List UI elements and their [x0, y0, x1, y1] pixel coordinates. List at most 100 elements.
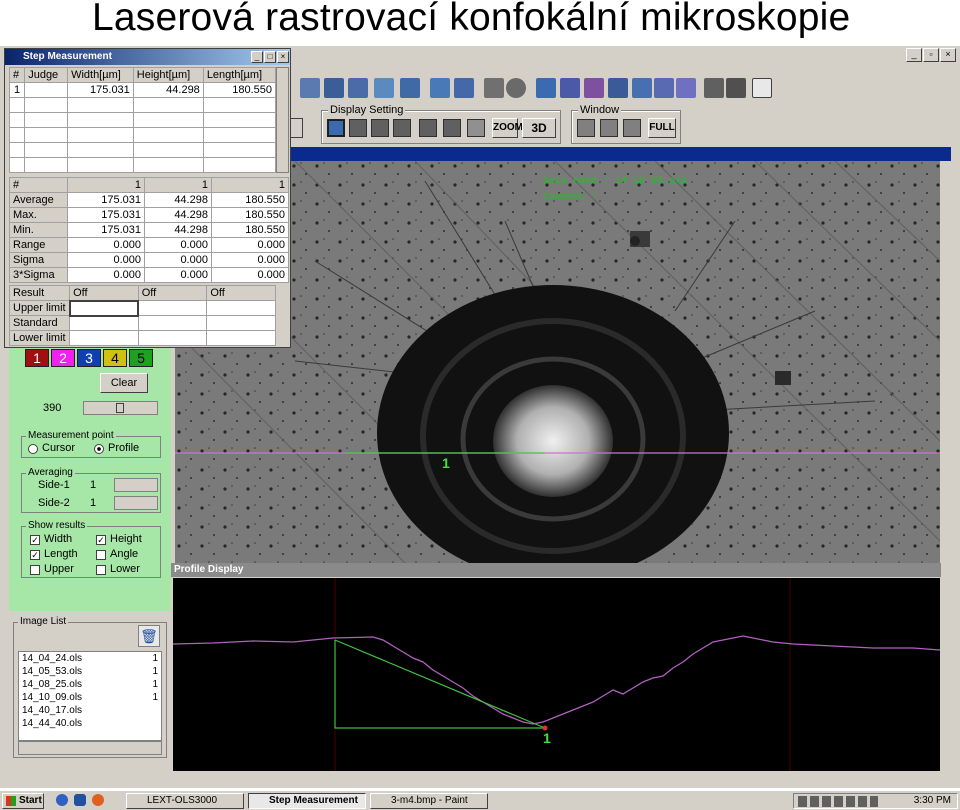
image-file-list[interactable]: 14_04_24.ols 1 14_05_53.ols 1 14_08_25.ols 1 1…: [18, 651, 162, 741]
tool-icon[interactable]: [632, 78, 652, 98]
display-mode-button[interactable]: [393, 119, 411, 137]
lower-limit-input[interactable]: [69, 330, 139, 346]
color-button-2[interactable]: 2: [51, 349, 75, 367]
stat-height: 44.298: [144, 207, 212, 223]
color-button-4[interactable]: 4: [103, 349, 127, 367]
tool-icon[interactable]: [454, 78, 474, 98]
standard-input[interactable]: [137, 315, 208, 331]
table-row[interactable]: [8, 112, 277, 128]
table-scrollbar[interactable]: [276, 67, 289, 173]
display-mode-button[interactable]: [349, 119, 367, 137]
tool-icon[interactable]: [654, 78, 674, 98]
list-item[interactable]: 14_08_25.ols 1: [19, 678, 161, 691]
display-mode-button[interactable]: [443, 119, 461, 137]
tool-icon[interactable]: [726, 78, 746, 98]
clear-button[interactable]: Clear: [100, 373, 148, 393]
height-checkbox[interactable]: ✓: [96, 535, 106, 545]
image-marker: 1: [442, 455, 450, 471]
tool-icon[interactable]: [536, 78, 556, 98]
col-header-length: Length[µm]: [202, 67, 277, 83]
tool-icon[interactable]: [584, 78, 604, 98]
color-button-3[interactable]: 3: [77, 349, 101, 367]
lower-limit-input[interactable]: [206, 330, 276, 346]
tool-icon[interactable]: [752, 78, 772, 98]
minimize-icon[interactable]: _: [906, 48, 922, 62]
zoom-button[interactable]: ZOOM: [492, 118, 523, 138]
tray-icons[interactable]: [798, 796, 878, 807]
cursor-radio[interactable]: [28, 444, 38, 454]
media-icon[interactable]: [92, 794, 104, 806]
tool-icon[interactable]: [324, 78, 344, 98]
display-mode-button[interactable]: [467, 119, 485, 137]
tool-icon[interactable]: [348, 78, 368, 98]
width-checkbox[interactable]: ✓: [30, 535, 40, 545]
image-list-scrollbar[interactable]: [18, 741, 162, 755]
list-item[interactable]: 14_05_53.ols 1: [19, 665, 161, 678]
display-mode-button[interactable]: [327, 119, 345, 137]
tool-icon[interactable]: [704, 78, 724, 98]
tool-icon[interactable]: [400, 78, 420, 98]
profile-radio[interactable]: [94, 444, 104, 454]
upper-limit-input[interactable]: [137, 300, 208, 316]
magnifier-icon[interactable]: [506, 78, 526, 98]
tool-icon[interactable]: [560, 78, 580, 98]
display-mode-button[interactable]: [419, 119, 437, 137]
tool-icon[interactable]: [484, 78, 504, 98]
list-item[interactable]: 14_04_24.ols 1: [19, 652, 161, 665]
judge-table[interactable]: Result Off Off Off Upper limit Standard …: [8, 285, 276, 346]
list-item[interactable]: 14_44_40.ols: [19, 717, 161, 730]
dialog-titlebar[interactable]: Step Measurement: [5, 49, 290, 65]
tool-icon[interactable]: [430, 78, 450, 98]
stats-row: Max. 175.031 44.298 180.550: [9, 207, 290, 223]
3d-button[interactable]: 3D: [522, 118, 556, 138]
full-button[interactable]: FULL: [648, 118, 676, 138]
upper-limit-input[interactable]: [206, 300, 276, 316]
start-button[interactable]: Start: [2, 793, 44, 809]
table-row[interactable]: 1 175.031 44.298 180.550: [8, 82, 277, 98]
col-header-num: #: [8, 67, 26, 83]
lower-checkbox[interactable]: [96, 565, 106, 575]
table-row[interactable]: [8, 142, 277, 158]
profile-display[interactable]: 1: [172, 578, 941, 771]
display-mode-button[interactable]: [371, 119, 389, 137]
length-checkbox[interactable]: ✓: [30, 550, 40, 560]
tool-icon[interactable]: [300, 78, 320, 98]
upper-limit-label: Upper limit: [8, 300, 71, 316]
ie-icon[interactable]: [56, 794, 68, 806]
table-row[interactable]: [8, 157, 277, 173]
task-step-measurement[interactable]: Step Measurement: [248, 793, 366, 809]
standard-input[interactable]: [206, 315, 276, 331]
task-paint[interactable]: 3-m4.bmp - Paint: [370, 793, 488, 809]
window-tile-button[interactable]: [600, 119, 618, 137]
list-item[interactable]: 14_10_09.ols 1: [19, 691, 161, 704]
close-icon[interactable]: ×: [277, 51, 289, 63]
close-icon[interactable]: ×: [940, 48, 956, 62]
upper-limit-input[interactable]: [68, 299, 140, 317]
tool-icon[interactable]: [374, 78, 394, 98]
table-row[interactable]: [8, 127, 277, 143]
list-item[interactable]: 14_40_17.ols: [19, 704, 161, 717]
table-row[interactable]: [8, 97, 277, 113]
trash-icon[interactable]: 🗑: [138, 625, 160, 647]
window-tile-button[interactable]: [623, 119, 641, 137]
upper-checkbox[interactable]: [30, 565, 40, 575]
color-button-5[interactable]: 5: [129, 349, 153, 367]
task-lext[interactable]: LEXT-OLS3000: [126, 793, 244, 809]
stat-width: 0.000: [66, 252, 146, 268]
side2-slider[interactable]: [114, 496, 158, 510]
side1-slider[interactable]: [114, 478, 158, 492]
lower-limit-input[interactable]: [137, 330, 208, 346]
maximize-icon[interactable]: □: [264, 51, 276, 63]
angle-checkbox[interactable]: [96, 550, 106, 560]
results-table[interactable]: # Judge Width[µm] Height[µm] Length[µm] …: [8, 67, 277, 173]
tool-icon[interactable]: [676, 78, 696, 98]
quicklaunch-icon[interactable]: [74, 794, 86, 806]
tool-icon[interactable]: [608, 78, 628, 98]
minimize-icon[interactable]: _: [251, 51, 263, 63]
standard-input[interactable]: [69, 315, 139, 331]
value-slider[interactable]: [83, 401, 158, 415]
window-tile-button[interactable]: [577, 119, 595, 137]
slider-thumb[interactable]: [116, 403, 124, 413]
color-button-1[interactable]: 1: [25, 349, 49, 367]
restore-icon[interactable]: ▫: [923, 48, 939, 62]
